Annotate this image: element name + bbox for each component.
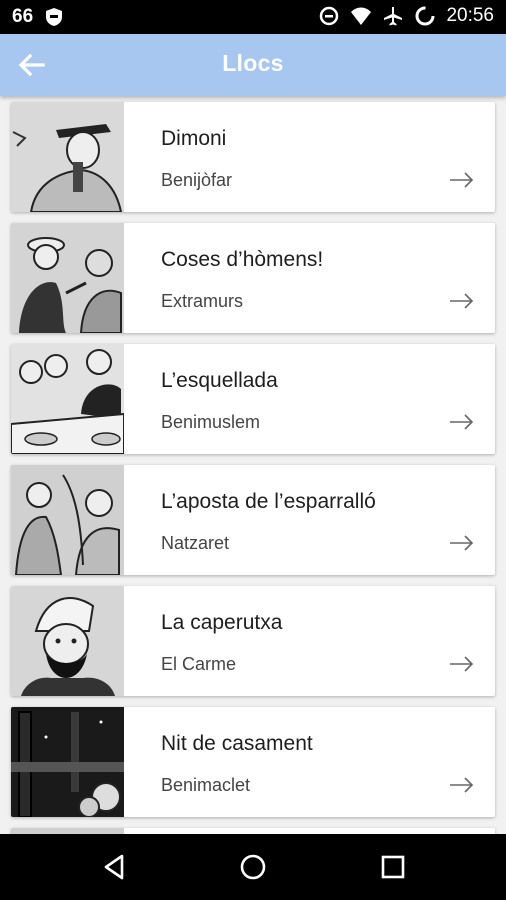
loading-icon [414, 5, 436, 27]
place-subtitle: Extramurs [161, 291, 244, 311]
place-title: Dimoni [161, 127, 227, 150]
place-card-coses-dhomens[interactable]: Coses d’hòmens! Extramurs [11, 223, 495, 333]
place-card-nit-de-casament[interactable]: Nit de casament Benimaclet [11, 707, 495, 817]
place-card-dimoni[interactable]: Dimoni Benijòfar [11, 102, 495, 212]
nav-home-button[interactable] [238, 852, 268, 882]
place-thumbnail [11, 465, 124, 575]
places-list[interactable]: Dimoni Benijòfar Coses d’hòmens! Extramu… [0, 96, 506, 834]
status-number: 66 [12, 6, 34, 27]
place-thumbnail [11, 223, 124, 333]
place-card-laposta[interactable]: L’aposta de l’esparralló Natzaret [11, 465, 495, 575]
place-title: Coses d’hòmens! [161, 248, 324, 271]
comic-illustration-image [11, 586, 124, 696]
status-time: 20:56 [446, 5, 494, 26]
place-thumbnail [11, 707, 124, 817]
place-subtitle: Benimuslem [161, 412, 261, 432]
app-bar: Llocs [0, 34, 506, 96]
place-card-la-caperutxa[interactable]: La caperutxa El Carme [11, 586, 495, 696]
place-thumbnail [11, 102, 124, 212]
arrow-right-icon [450, 777, 474, 793]
back-triangle-icon [104, 854, 124, 880]
place-title: La caperutxa [161, 611, 283, 634]
place-subtitle: El Carme [161, 654, 237, 674]
place-thumbnail [11, 586, 124, 696]
status-bar: 66 20:56 [0, 0, 506, 34]
nav-recents-button[interactable] [378, 852, 408, 882]
home-circle-icon [240, 854, 266, 880]
arrow-right-icon [450, 656, 474, 672]
arrow-right-icon [450, 172, 474, 188]
arrow-right-icon [450, 535, 474, 551]
arrow-right-icon [450, 414, 474, 430]
system-nav-bar [0, 834, 506, 900]
comic-illustration-image [11, 344, 124, 454]
comic-illustration-image [11, 223, 124, 333]
wifi-icon [350, 5, 372, 27]
place-title: L’aposta de l’esparralló [161, 490, 376, 513]
place-subtitle: Benimaclet [161, 775, 251, 795]
arrow-right-icon [450, 293, 474, 309]
recents-square-icon [381, 855, 405, 879]
airplane-icon [382, 5, 404, 27]
place-card-lesquellada[interactable]: L’esquellada Benimuslem [11, 344, 495, 454]
comic-illustration-image [11, 465, 124, 575]
data-saver-icon [318, 5, 340, 27]
place-title: L’esquellada [161, 369, 278, 392]
place-title: Nit de casament [161, 732, 313, 755]
page-title: Llocs [222, 50, 284, 76]
place-subtitle: Natzaret [161, 533, 230, 553]
nav-back-button[interactable] [100, 852, 130, 882]
place-thumbnail [11, 344, 124, 454]
comic-illustration-image [11, 707, 124, 817]
comic-illustration-image [11, 102, 124, 212]
shield-icon [43, 6, 65, 28]
place-subtitle: Benijòfar [161, 170, 233, 190]
